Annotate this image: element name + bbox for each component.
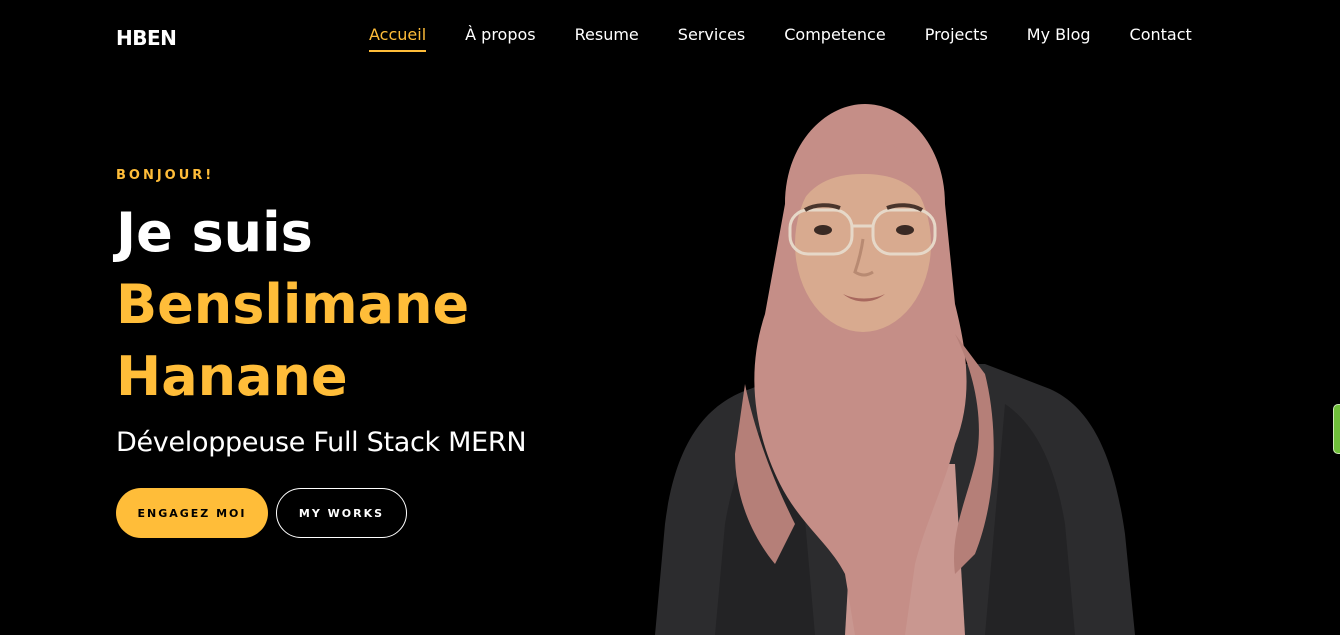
- hero-section: BONJOUR! Je suis Benslimane Hanane Dével…: [116, 168, 527, 538]
- profile-photo: [655, 104, 1135, 635]
- hire-me-button[interactable]: ENGAGEZ MOI: [116, 488, 268, 538]
- hero-subtitle: Développeuse Full Stack MERN: [116, 427, 527, 458]
- my-works-button[interactable]: MY WORKS: [276, 488, 407, 538]
- nav-item-a-propos[interactable]: À propos: [465, 25, 535, 52]
- nav-item-contact[interactable]: Contact: [1130, 25, 1192, 52]
- hero-heading-surname: Benslimane: [116, 273, 470, 336]
- side-feedback-tab[interactable]: [1333, 404, 1340, 454]
- main-nav: Accueil À propos Resume Services Compete…: [369, 25, 1192, 52]
- nav-item-accueil[interactable]: Accueil: [369, 25, 427, 52]
- hero-heading: Je suis Benslimane Hanane: [116, 197, 526, 413]
- hero-heading-intro: Je suis: [116, 201, 313, 264]
- nav-item-resume[interactable]: Resume: [575, 25, 639, 52]
- nav-item-services[interactable]: Services: [678, 25, 745, 52]
- page: HBEN Accueil À propos Resume Services Co…: [0, 0, 1340, 635]
- nav-item-projects[interactable]: Projects: [925, 25, 988, 52]
- site-logo[interactable]: HBEN: [116, 26, 177, 50]
- nav-item-my-blog[interactable]: My Blog: [1027, 25, 1091, 52]
- hero-greeting: BONJOUR!: [116, 168, 215, 183]
- hero-heading-firstname: Hanane: [116, 345, 348, 408]
- nav-item-competence[interactable]: Competence: [784, 25, 885, 52]
- hero-buttons: ENGAGEZ MOI MY WORKS: [116, 488, 526, 538]
